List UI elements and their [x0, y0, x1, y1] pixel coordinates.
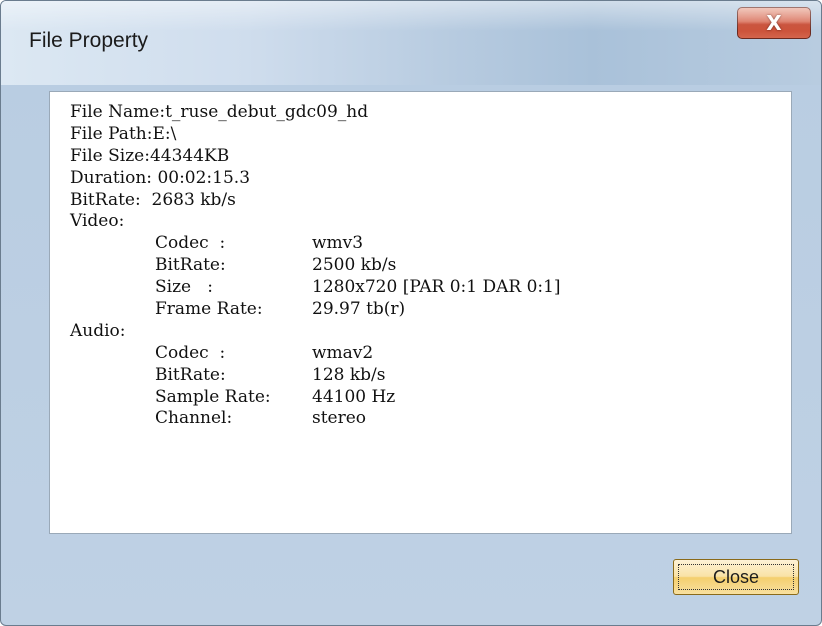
video-size-row: Size : 1280x720 [PAR 0:1 DAR 0:1] [70, 277, 561, 299]
audio-channel-value: stereo [312, 408, 367, 429]
video-codec-value: wmv3 [312, 233, 364, 254]
bitrate-label: BitRate: [70, 189, 141, 210]
video-codec-row: Codec : wmv3 [70, 233, 561, 255]
window-title: File Property [29, 29, 149, 52]
bitrate-row: BitRate: 2683 kb/s [70, 190, 561, 212]
video-header: Video: [70, 211, 125, 232]
audio-codec-value: wmav2 [312, 342, 374, 363]
file-name-label: File Name: [70, 102, 166, 122]
file-name-row: File Name:t_ruse_debut_gdc09_hd [70, 102, 561, 124]
info-text: File Name:t_ruse_debut_gdc09_hd File Pat… [70, 102, 561, 430]
duration-row: Duration: 00:02:15.3 [70, 168, 561, 190]
audio-bitrate-row: BitRate: 128 kb/s [70, 365, 561, 387]
close-button-label: Close [712, 566, 760, 587]
duration-value: 00:02:15.3 [157, 167, 251, 188]
video-size-value: 1280x720 [PAR 0:1 DAR 0:1] [312, 277, 561, 298]
audio-samplerate-value: 44100 Hz [312, 386, 396, 407]
audio-codec-label: Codec : [155, 342, 226, 363]
video-framerate-label: Frame Rate: [155, 299, 263, 320]
close-button[interactable]: Close [673, 559, 799, 595]
info-panel: File Name:t_ruse_debut_gdc09_hd File Pat… [49, 91, 792, 534]
file-name-value: t_ruse_debut_gdc09_hd [165, 102, 369, 122]
video-bitrate-row: BitRate: 2500 kb/s [70, 255, 561, 277]
close-x-glyph: X [766, 11, 782, 35]
video-codec-label: Codec : [155, 233, 226, 254]
file-path-value: E:\ [152, 123, 177, 144]
audio-channel-label: Channel: [155, 408, 233, 429]
duration-label: Duration: [70, 167, 153, 188]
title-bar: File Property X [1, 1, 821, 85]
video-bitrate-label: BitRate: [155, 255, 226, 276]
bitrate-value: 2683 kb/s [151, 189, 236, 210]
window-close-icon[interactable]: X [737, 7, 811, 39]
file-path-label: File Path: [70, 123, 153, 144]
audio-samplerate-row: Sample Rate: 44100 Hz [70, 387, 561, 409]
video-bitrate-value: 2500 kb/s [312, 255, 397, 276]
audio-bitrate-label: BitRate: [155, 364, 226, 385]
file-size-value: 44344KB [149, 145, 230, 166]
file-size-row: File Size:44344KB [70, 146, 561, 168]
video-framerate-value: 29.97 tb(r) [312, 299, 406, 320]
audio-header: Audio: [70, 320, 126, 341]
audio-codec-row: Codec : wmav2 [70, 343, 561, 365]
audio-samplerate-label: Sample Rate: [155, 386, 271, 407]
file-property-dialog: File Property X File Name:t_ruse_debut_g… [0, 0, 822, 626]
video-size-label: Size : [155, 277, 214, 298]
file-size-label: File Size: [70, 145, 150, 166]
audio-channel-row: Channel: stereo [70, 408, 561, 430]
file-path-row: File Path:E:\ [70, 124, 561, 146]
video-framerate-row: Frame Rate: 29.97 tb(r) [70, 299, 561, 321]
audio-bitrate-value: 128 kb/s [312, 364, 386, 385]
